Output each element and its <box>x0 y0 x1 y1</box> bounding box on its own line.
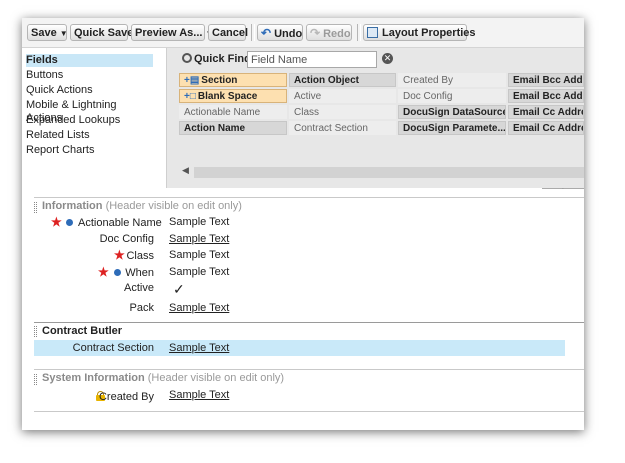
drag-handle-icon[interactable] <box>34 326 37 337</box>
palette-tile-field: Created By <box>398 73 506 87</box>
field-label-active: Active <box>124 282 154 294</box>
field-info-icon <box>66 219 73 226</box>
redo-label: Redo <box>323 28 351 40</box>
save-label: Save <box>31 27 57 39</box>
scroll-left-icon[interactable]: ◀ <box>182 165 189 176</box>
palette-tile-field[interactable]: Email Bcc Address <box>508 89 584 103</box>
toolbar-divider <box>251 24 255 41</box>
drag-handle-icon[interactable] <box>34 202 37 213</box>
field-label-created-by: Created By <box>98 391 154 403</box>
palette-scrollbar[interactable] <box>194 167 584 178</box>
palette-tile-field: Doc Config <box>398 89 506 103</box>
palette-tile-field[interactable]: Action Object <box>289 73 396 87</box>
layout-properties-icon <box>367 27 378 38</box>
palette-tile-field[interactable]: Email Cc Address <box>508 105 584 119</box>
section-hint: (Header visible on edit only) <box>147 372 285 384</box>
undo-icon: ↶ <box>261 26 272 40</box>
field-value-actionable-name[interactable]: Sample Text <box>169 216 229 228</box>
redo-icon: ↷ <box>310 26 321 40</box>
palette-tile-field: Active <box>289 89 396 103</box>
category-report-charts[interactable]: Report Charts <box>26 144 153 157</box>
preview-as-button[interactable]: Preview As...▼ <box>131 24 213 41</box>
section-header-contract-butler[interactable]: Contract Butler <box>42 325 122 337</box>
field-value-doc-config[interactable]: Sample Text <box>169 233 229 245</box>
preview-as-label: Preview As... <box>135 27 203 39</box>
field-label-when: When <box>125 267 154 279</box>
section-title: Information <box>42 200 103 212</box>
palette-tile-blank-space[interactable]: +□ Blank Space <box>179 89 287 103</box>
field-value-created-by[interactable]: Sample Text <box>169 389 229 401</box>
undo-label: Undo <box>274 28 303 40</box>
palette-tile-section[interactable]: +▤ Section <box>179 73 287 87</box>
section-title: System Information <box>42 372 145 384</box>
palette-tile-field[interactable]: DocuSign Paramete... <box>398 121 506 135</box>
section-icon: +▤ <box>184 75 200 86</box>
page-layout-editor: Save▼ Quick Save Preview As...▼ Cancel ↶… <box>22 18 584 430</box>
cancel-button[interactable]: Cancel <box>208 24 248 41</box>
palette-tile-field[interactable]: Action Name <box>179 121 287 135</box>
category-quick-actions[interactable]: Quick Actions <box>26 84 153 97</box>
section-divider <box>34 411 584 412</box>
field-label-contract-section: Contract Section <box>72 342 154 354</box>
field-value-pack[interactable]: Sample Text <box>169 302 229 314</box>
field-label-pack: Pack <box>129 302 154 314</box>
category-expanded-lookups[interactable]: Expanded Lookups <box>26 114 153 127</box>
field-value-contract-section[interactable]: Sample Text <box>169 342 229 354</box>
required-icon: ★ <box>51 215 62 229</box>
palette-tile-field[interactable]: Email Cc Address <box>508 121 584 135</box>
checkmark-icon[interactable]: ✓ <box>173 281 185 298</box>
category-buttons[interactable]: Buttons <box>26 69 153 82</box>
category-mobile-lightning-actions[interactable]: Mobile & Lightning Actions <box>26 99 153 124</box>
layout-properties-label: Layout Properties <box>382 27 476 39</box>
layout-properties-button[interactable]: Layout Properties <box>363 24 476 41</box>
quick-find-input[interactable] <box>247 51 377 68</box>
tile-label: Section <box>201 75 238 86</box>
palette-tile-field[interactable]: DocuSign DataSource <box>398 105 506 119</box>
toolbar-divider <box>357 24 361 41</box>
quick-find-label: Quick Find <box>194 53 251 65</box>
field-label-doc-config: Doc Config <box>99 233 154 245</box>
blank-space-icon: +□ <box>184 91 196 102</box>
undo-button[interactable]: ↶ Undo <box>257 24 303 41</box>
palette-tile-field: Actionable Name <box>179 105 287 119</box>
palette: Fields Buttons Quick Actions Mobile & Li… <box>22 48 584 188</box>
section-divider <box>34 197 584 198</box>
field-value-when[interactable]: Sample Text <box>169 266 229 278</box>
bottom-fade <box>22 413 584 430</box>
field-value-class[interactable]: Sample Text <box>169 249 229 261</box>
layout-canvas: Information (Header visible on edit only… <box>22 189 584 430</box>
palette-tile-field: Contract Section <box>289 121 396 135</box>
field-label-class: Class <box>126 250 154 262</box>
tile-label: Blank Space <box>197 91 258 102</box>
section-divider <box>34 322 584 323</box>
redo-button[interactable]: ↷ Redo <box>306 24 352 41</box>
quick-save-button[interactable]: Quick Save <box>70 24 133 41</box>
section-header-system-information[interactable]: System Information (Header visible on ed… <box>42 372 284 384</box>
field-label-actionable-name: Actionable Name <box>78 217 162 229</box>
drag-handle-icon[interactable] <box>34 374 37 385</box>
save-button[interactable]: Save ▼ <box>27 24 68 41</box>
category-fields[interactable]: Fields <box>26 54 153 67</box>
clear-search-icon[interactable]: ✕ <box>382 53 393 64</box>
search-icon <box>182 53 192 63</box>
palette-tile-field[interactable]: Email Bcc Address <box>508 73 584 87</box>
category-related-lists[interactable]: Related Lists <box>26 129 153 142</box>
toolbar: Save▼ Quick Save Preview As...▼ Cancel ↶… <box>22 18 584 48</box>
palette-tile-field: Class <box>289 105 396 119</box>
section-header-information[interactable]: Information (Header visible on edit only… <box>42 200 242 212</box>
section-divider <box>34 369 584 370</box>
chevron-down-icon: ▼ <box>59 29 68 38</box>
section-hint: (Header visible on edit only) <box>105 200 242 212</box>
palette-categories: Fields Buttons Quick Actions Mobile & Li… <box>22 48 167 188</box>
